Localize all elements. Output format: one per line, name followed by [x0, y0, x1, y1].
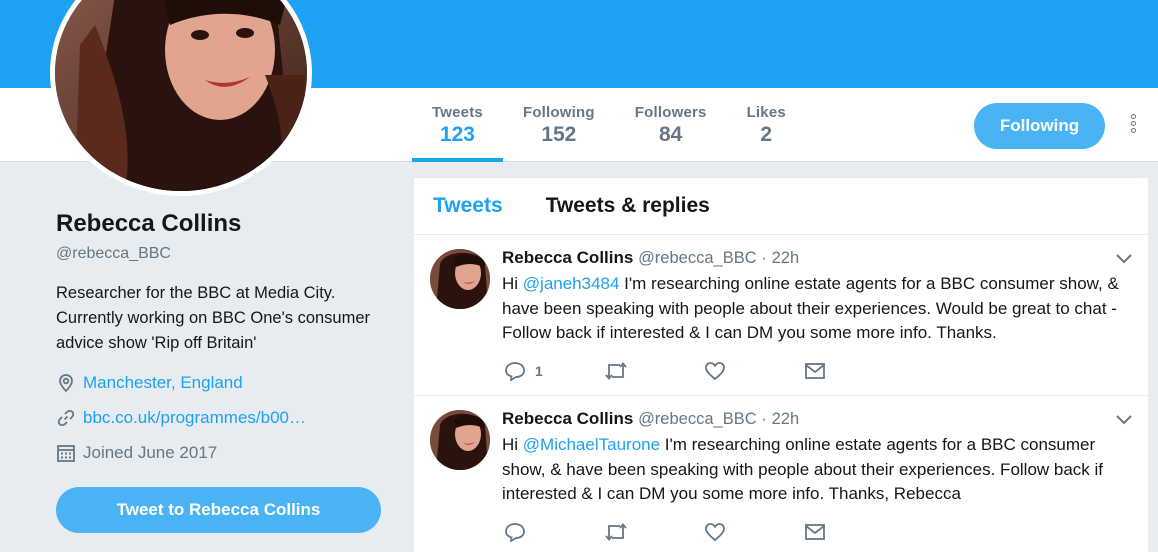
envelope-icon — [805, 524, 825, 540]
following-button[interactable]: Following — [974, 103, 1105, 149]
tweet-header: Rebecca Collins @rebecca_BBC · 22h — [502, 248, 799, 268]
stat-label: Tweets — [432, 104, 483, 121]
tweet-mention[interactable]: @janeh3484 — [523, 274, 620, 293]
stat-label: Followers — [634, 104, 707, 121]
stat-tweets[interactable]: Tweets 123 — [412, 88, 503, 162]
profile-card: Rebecca Collins @rebecca_BBC Researcher … — [56, 210, 386, 463]
retweet-icon — [605, 362, 627, 380]
reply-count: 1 — [535, 363, 543, 379]
like-button[interactable] — [704, 522, 804, 542]
tweet-mention[interactable]: @MichaelTaurone — [523, 435, 660, 454]
retweet-button[interactable] — [604, 522, 704, 542]
profile-name[interactable]: Rebecca Collins — [56, 210, 386, 238]
reply-icon — [505, 362, 525, 381]
tweet-item[interactable]: Rebecca Collins @rebecca_BBC · 22h Hi @M… — [414, 396, 1148, 552]
tweet-author-handle[interactable]: @rebecca_BBC — [638, 249, 757, 267]
link-icon — [57, 409, 75, 426]
heart-icon — [705, 362, 725, 381]
chevron-down-icon[interactable] — [1114, 251, 1134, 265]
tab-tweets[interactable]: Tweets — [433, 194, 503, 218]
tweet-actions — [504, 522, 826, 542]
location-link[interactable]: Manchester, England — [83, 373, 243, 393]
stat-followers[interactable]: Followers 84 — [615, 88, 727, 162]
direct-message-button[interactable] — [804, 523, 826, 541]
tweet-actions: 1 — [504, 361, 826, 381]
stat-likes[interactable]: Likes 2 — [727, 88, 806, 162]
tweet-header: Rebecca Collins @rebecca_BBC · 22h — [502, 409, 799, 429]
profile-location: Manchester, England — [56, 372, 386, 393]
retweet-icon — [605, 523, 627, 541]
calendar-icon — [57, 444, 75, 462]
stat-value: 84 — [658, 123, 683, 146]
tweet-item[interactable]: Rebecca Collins @rebecca_BBC · 22h Hi @j… — [414, 235, 1148, 396]
vertical-dots-icon[interactable] — [1124, 112, 1142, 142]
timeline: Tweets Tweets & replies Rebecca Collins … — [413, 177, 1149, 552]
location-pin-icon — [59, 373, 73, 392]
joined-date: Joined June 2017 — [83, 442, 218, 462]
tweet-timestamp[interactable]: 22h — [772, 249, 800, 267]
tweet-text-pre: Hi — [502, 274, 523, 293]
reply-button[interactable] — [504, 522, 604, 542]
profile-joined: Joined June 2017 — [56, 442, 386, 463]
tweet-timestamp[interactable]: 22h — [772, 410, 800, 428]
profile-website: bbc.co.uk/programmes/b00… — [56, 407, 386, 428]
tweet-text-pre: Hi — [502, 435, 523, 454]
tweet-author-handle[interactable]: @rebecca_BBC — [638, 410, 757, 428]
retweet-button[interactable] — [604, 361, 704, 381]
tweet-text: Hi @MichaelTaurone I'm researching onlin… — [502, 433, 1134, 507]
stat-value: 152 — [541, 123, 577, 146]
tab-tweets-and-replies[interactable]: Tweets & replies — [546, 194, 710, 218]
separator-dot: · — [761, 410, 767, 428]
stat-value: 123 — [439, 123, 475, 146]
stat-label: Following — [522, 104, 595, 121]
profile-bio: Researcher for the BBC at Media City. Cu… — [56, 284, 371, 352]
reply-button[interactable]: 1 — [504, 361, 604, 381]
tweet-text: Hi @janeh3484 I'm researching online est… — [502, 272, 1134, 346]
stat-value: 2 — [760, 123, 773, 146]
profile-avatar[interactable] — [50, 0, 312, 196]
tweet-avatar[interactable] — [430, 410, 490, 470]
direct-message-button[interactable] — [804, 362, 826, 380]
timeline-tabs: Tweets Tweets & replies — [414, 178, 1148, 235]
stat-label: Likes — [746, 104, 786, 121]
separator-dot: · — [761, 249, 767, 267]
website-link[interactable]: bbc.co.uk/programmes/b00… — [83, 408, 306, 428]
like-button[interactable] — [704, 361, 804, 381]
profile-stats: Tweets 123 Following 152 Followers 84 Li… — [412, 88, 806, 162]
profile-handle[interactable]: @rebecca_BBC — [56, 245, 386, 263]
tweet-to-button[interactable]: Tweet to Rebecca Collins — [56, 487, 381, 533]
tweet-avatar[interactable] — [430, 249, 490, 309]
heart-icon — [705, 523, 725, 542]
tweet-author-name[interactable]: Rebecca Collins — [502, 248, 633, 267]
chevron-down-icon[interactable] — [1114, 412, 1134, 426]
stat-following[interactable]: Following 152 — [503, 88, 615, 162]
envelope-icon — [805, 363, 825, 379]
tweet-author-name[interactable]: Rebecca Collins — [502, 409, 633, 428]
reply-icon — [505, 523, 525, 542]
